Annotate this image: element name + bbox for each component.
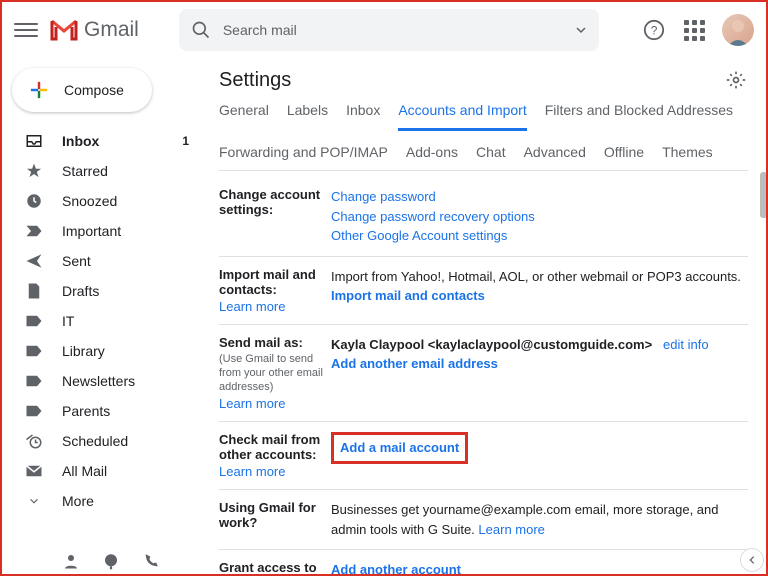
section-gmail-work: Using Gmail for work? Businesses get you… xyxy=(219,490,748,550)
tab-accounts-import[interactable]: Accounts and Import xyxy=(398,102,526,131)
sidebar-item-starred[interactable]: Starred xyxy=(2,156,207,186)
sidebar-item-important[interactable]: Important xyxy=(2,216,207,246)
sent-icon xyxy=(24,251,44,271)
section-grant-access: Grant access to your account: Add anothe… xyxy=(219,550,748,574)
sidebar-item-sent[interactable]: Sent xyxy=(2,246,207,276)
tab-forwarding[interactable]: Forwarding and POP/IMAP xyxy=(219,144,388,170)
menu-icon[interactable] xyxy=(14,18,38,42)
sidebar-item-newsletters[interactable]: Newsletters xyxy=(2,366,207,396)
tab-advanced[interactable]: Advanced xyxy=(524,144,586,170)
tab-labels[interactable]: Labels xyxy=(287,102,328,130)
clock-icon xyxy=(24,191,44,211)
label-icon xyxy=(24,311,44,331)
search-placeholder: Search mail xyxy=(223,22,563,38)
sidebar-item-scheduled[interactable]: Scheduled xyxy=(2,426,207,456)
link-add-another-email[interactable]: Add another email address xyxy=(331,354,748,374)
link-edit-info[interactable]: edit info xyxy=(663,337,709,352)
sidebar-item-inbox[interactable]: Inbox 1 xyxy=(2,126,207,156)
page-title: Settings xyxy=(219,69,291,92)
settings-tabs: General Labels Inbox Accounts and Import… xyxy=(219,102,748,171)
important-icon xyxy=(24,221,44,241)
sidebar-item-parents[interactable]: Parents xyxy=(2,396,207,426)
star-icon xyxy=(24,161,44,181)
sidebar-item-it[interactable]: IT xyxy=(2,306,207,336)
section-check-mail: Check mail from other accounts: Learn mo… xyxy=(219,422,748,490)
envelope-icon xyxy=(50,19,78,41)
highlight-add-mail-account: Add a mail account xyxy=(331,432,468,464)
phone-icon[interactable] xyxy=(142,552,160,570)
link-learn-more[interactable]: Learn more xyxy=(478,522,544,537)
main-content: Settings General Labels Inbox Accounts a… xyxy=(207,58,766,574)
link-import-mail-contacts[interactable]: Import mail and contacts xyxy=(331,286,748,306)
compose-button[interactable]: Compose xyxy=(12,68,152,112)
mail-icon xyxy=(24,461,44,481)
tab-general[interactable]: General xyxy=(219,102,269,130)
sidebar-item-allmail[interactable]: All Mail xyxy=(2,456,207,486)
tab-chat[interactable]: Chat xyxy=(476,144,506,170)
link-learn-more[interactable]: Learn more xyxy=(219,464,331,479)
link-other-settings[interactable]: Other Google Account settings xyxy=(331,226,748,246)
link-learn-more[interactable]: Learn more xyxy=(219,299,331,314)
search-bar[interactable]: Search mail xyxy=(179,9,599,51)
account-avatar[interactable] xyxy=(722,14,754,46)
sidebar-item-drafts[interactable]: Drafts xyxy=(2,276,207,306)
label-icon xyxy=(24,371,44,391)
gear-icon[interactable] xyxy=(724,68,748,92)
search-icon xyxy=(191,20,211,40)
label-icon xyxy=(24,341,44,361)
plus-icon xyxy=(26,77,52,103)
logo-text: Gmail xyxy=(84,18,139,42)
side-panel-toggle[interactable] xyxy=(740,548,764,572)
tab-themes[interactable]: Themes xyxy=(662,144,713,170)
hangouts-icon[interactable] xyxy=(102,552,120,570)
person-icon[interactable] xyxy=(62,552,80,570)
sidebar-item-more[interactable]: More xyxy=(2,486,207,516)
section-send-as: Send mail as: (Use Gmail to send from yo… xyxy=(219,325,748,423)
gmail-logo[interactable]: Gmail xyxy=(50,18,139,42)
svg-text:?: ? xyxy=(651,24,658,38)
tab-inbox[interactable]: Inbox xyxy=(346,102,380,130)
link-add-another-account[interactable]: Add another account xyxy=(331,562,461,574)
scheduled-icon xyxy=(24,431,44,451)
scrollbar-thumb[interactable] xyxy=(760,172,767,218)
link-learn-more[interactable]: Learn more xyxy=(219,396,331,411)
tab-offline[interactable]: Offline xyxy=(604,144,644,170)
tab-filters[interactable]: Filters and Blocked Addresses xyxy=(545,102,733,130)
link-change-password[interactable]: Change password xyxy=(331,187,748,207)
chevron-down-icon[interactable] xyxy=(575,24,587,36)
link-add-mail-account[interactable]: Add a mail account xyxy=(340,440,459,455)
sidebar: Compose Inbox 1 Starred Snoozed Importan… xyxy=(2,58,207,574)
link-change-recovery[interactable]: Change password recovery options xyxy=(331,207,748,227)
help-icon[interactable]: ? xyxy=(642,18,666,42)
drafts-icon xyxy=(24,281,44,301)
sidebar-item-snoozed[interactable]: Snoozed xyxy=(2,186,207,216)
tab-addons[interactable]: Add-ons xyxy=(406,144,458,170)
inbox-icon xyxy=(24,131,44,151)
label-icon xyxy=(24,401,44,421)
chevron-down-icon xyxy=(24,491,44,511)
section-change-account: Change account settings: Change password… xyxy=(219,177,748,257)
apps-icon[interactable] xyxy=(682,18,706,42)
compose-label: Compose xyxy=(64,82,124,98)
section-import-mail: Import mail and contacts: Learn more Imp… xyxy=(219,257,748,325)
sidebar-item-library[interactable]: Library xyxy=(2,336,207,366)
